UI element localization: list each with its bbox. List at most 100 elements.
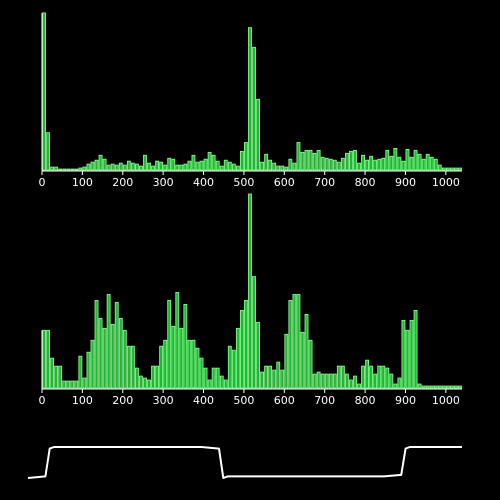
bar	[151, 365, 155, 389]
bar	[272, 369, 277, 389]
bar	[211, 367, 216, 389]
bar	[134, 367, 139, 389]
bar	[357, 383, 361, 389]
bar	[425, 385, 430, 389]
bar	[42, 12, 46, 171]
bar	[377, 158, 382, 171]
bar	[159, 345, 164, 389]
bar	[187, 339, 192, 389]
bar	[118, 317, 123, 389]
x-tick-label: 900	[395, 176, 416, 189]
bar	[336, 161, 341, 171]
bar	[143, 377, 147, 389]
bar	[252, 276, 256, 389]
bar	[296, 294, 301, 389]
bar	[248, 27, 252, 171]
bar	[82, 166, 87, 171]
bar	[458, 385, 462, 389]
bar	[207, 151, 212, 171]
bar	[90, 161, 95, 171]
x-tick-label: 900	[395, 394, 416, 407]
bar	[288, 158, 293, 171]
bar	[268, 365, 273, 389]
x-tick-label: 200	[112, 394, 133, 407]
bar	[46, 329, 50, 389]
bar	[272, 162, 277, 171]
bar	[74, 168, 79, 171]
bar	[183, 163, 188, 171]
bar	[296, 142, 301, 171]
bar	[167, 157, 172, 171]
bar	[199, 160, 204, 171]
bar	[381, 365, 386, 389]
bar	[458, 167, 462, 171]
bar	[231, 349, 236, 389]
bar	[235, 327, 240, 389]
bar	[441, 167, 446, 171]
bar	[429, 156, 434, 171]
bar	[373, 159, 378, 171]
bar	[320, 156, 325, 171]
bar	[445, 167, 450, 171]
bar	[62, 168, 67, 171]
bar	[163, 339, 168, 389]
x-tick-label: 800	[355, 394, 376, 407]
bar	[191, 339, 196, 389]
x-tick-label: 1000	[432, 176, 460, 189]
bar	[312, 152, 317, 171]
bar	[268, 159, 273, 171]
bar	[118, 162, 123, 171]
bar	[389, 155, 394, 171]
bar	[353, 375, 357, 389]
bar	[74, 380, 79, 389]
bar	[284, 333, 289, 389]
bar	[175, 292, 180, 389]
x-tick-label: 300	[153, 176, 174, 189]
bar	[377, 365, 382, 389]
bar	[256, 321, 260, 389]
bar	[235, 165, 240, 171]
bar	[171, 325, 176, 389]
bar	[167, 300, 172, 389]
bar	[179, 327, 184, 389]
bar	[191, 154, 196, 171]
bar	[244, 300, 248, 389]
bar	[114, 302, 119, 389]
x-tick-label: 700	[314, 176, 335, 189]
bar	[252, 46, 256, 171]
bar	[147, 162, 151, 171]
bar	[405, 329, 410, 389]
bar	[449, 167, 454, 171]
bar	[300, 151, 305, 171]
bar	[441, 385, 446, 389]
bar	[106, 164, 111, 171]
bar	[223, 159, 228, 171]
bar	[151, 165, 155, 171]
x-tick-label: 400	[193, 176, 214, 189]
bar	[417, 153, 422, 171]
bar	[454, 385, 458, 389]
bar	[365, 359, 370, 389]
bar	[393, 147, 398, 171]
bar	[219, 165, 224, 171]
bar	[231, 163, 236, 171]
bar	[58, 168, 63, 171]
bar	[139, 375, 143, 389]
bar	[429, 385, 434, 389]
bar	[98, 154, 103, 171]
bar	[62, 380, 67, 389]
bar	[381, 157, 386, 171]
bar	[130, 162, 135, 171]
bar	[122, 164, 127, 171]
bar	[171, 158, 176, 171]
bar	[409, 156, 414, 171]
bar	[195, 347, 200, 389]
bar	[155, 160, 160, 171]
bar	[304, 313, 309, 389]
bar	[239, 309, 244, 389]
bar	[114, 164, 119, 171]
bar	[256, 98, 260, 171]
histogram-figure: 0 100 200 300 400 500 600 700 800 900 1000 0 100 200…	[0, 0, 500, 500]
x-tick-label: 600	[274, 394, 295, 407]
bar	[276, 165, 281, 171]
